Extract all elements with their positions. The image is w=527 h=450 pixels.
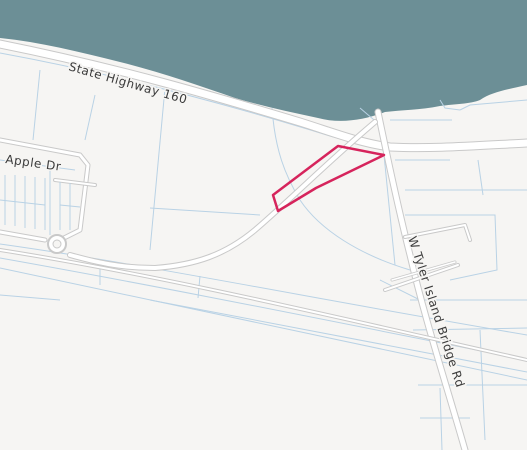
apple-dr-label: Apple Dr <box>5 152 63 174</box>
bridge-rd-label: W Tyler Island Bridge Rd <box>405 235 467 390</box>
map-view[interactable]: State Highway 160 Apple Dr W Tyler Islan… <box>0 0 527 450</box>
map-canvas: State Highway 160 Apple Dr W Tyler Islan… <box>0 0 527 450</box>
connector-ramp <box>67 119 378 271</box>
